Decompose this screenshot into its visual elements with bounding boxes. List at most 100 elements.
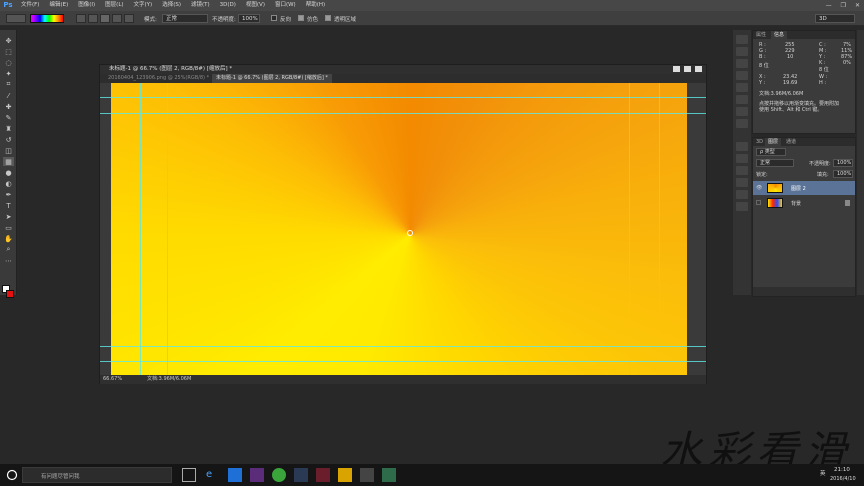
menu-image[interactable]: 图像(I): [73, 0, 100, 11]
clone-stamp-icon[interactable]: ♜: [3, 124, 14, 133]
tool-presets-panel-icon[interactable]: [736, 190, 748, 199]
lasso-tool-icon[interactable]: ◌: [3, 58, 14, 67]
document-title[interactable]: 未标题-1 @ 66.7% (图层 2, RGB/8#) [缩放后] *: [100, 65, 706, 74]
guide-horizontal[interactable]: [100, 97, 706, 98]
app-icon[interactable]: [382, 468, 396, 482]
styles-panel-icon[interactable]: [736, 107, 748, 116]
dither-checkbox[interactable]: [298, 15, 304, 21]
tool-preset-picker[interactable]: [6, 14, 26, 23]
more-tools-icon[interactable]: ⋯: [3, 256, 14, 265]
guide-horizontal[interactable]: [100, 361, 706, 362]
clock-date[interactable]: 2016/4/10: [830, 476, 856, 482]
color-panel-icon[interactable]: [736, 166, 748, 175]
paragraph-panel-icon[interactable]: [736, 83, 748, 92]
fill-input[interactable]: 100%: [833, 170, 853, 178]
zoom-tool-icon[interactable]: ⌕: [3, 245, 14, 254]
path-select-icon[interactable]: ➤: [3, 212, 14, 221]
tab-untitled-document[interactable]: 未标题-1 @ 66.7% (图层 2, RGB/8#) [缩放后] *: [212, 74, 332, 83]
layer-opacity-input[interactable]: 100%: [833, 159, 853, 167]
blur-tool-icon[interactable]: ●: [3, 168, 14, 177]
guide-vertical[interactable]: [140, 83, 141, 375]
opacity-input[interactable]: 100%: [238, 14, 260, 23]
guide-vertical[interactable]: [659, 83, 660, 375]
move-tool-icon[interactable]: ✥: [3, 36, 14, 45]
radial-gradient-button[interactable]: [88, 14, 98, 23]
input-language[interactable]: 英: [820, 469, 826, 477]
pen-tool-icon[interactable]: ✒: [3, 190, 14, 199]
brush-panel-icon[interactable]: [736, 59, 748, 68]
app-icon[interactable]: [250, 468, 264, 482]
magic-wand-icon[interactable]: ✦: [3, 69, 14, 78]
tab-channels[interactable]: 通道: [783, 138, 799, 146]
type-tool-icon[interactable]: T: [3, 201, 14, 210]
brush-tool-icon[interactable]: ✎: [3, 113, 14, 122]
shape-tool-icon[interactable]: ▭: [3, 223, 14, 232]
layer-name[interactable]: 图层 2: [791, 185, 806, 192]
gradient-tool-icon[interactable]: ▦: [3, 157, 14, 166]
layer-filter-kind[interactable]: ρ 类型: [756, 148, 786, 156]
swatches-panel-icon[interactable]: [736, 95, 748, 104]
visibility-eye-icon[interactable]: 👁: [756, 185, 762, 191]
adjustments-panel-icon[interactable]: [736, 119, 748, 128]
linear-gradient-button[interactable]: [76, 14, 86, 23]
eraser-icon[interactable]: ◫: [3, 146, 14, 155]
guide-horizontal[interactable]: [100, 113, 706, 114]
task-view-icon[interactable]: [182, 468, 196, 482]
edge-browser-icon[interactable]: e: [206, 468, 220, 482]
menu-view[interactable]: 视图(V): [241, 0, 270, 11]
doc-restore-icon[interactable]: [684, 66, 691, 72]
windows-start-icon[interactable]: [6, 469, 18, 481]
dodge-tool-icon[interactable]: ◐: [3, 179, 14, 188]
gradient-picker[interactable]: [30, 14, 64, 23]
indesign-icon[interactable]: [316, 468, 330, 482]
canvas-angle-gradient[interactable]: [111, 83, 687, 375]
store-icon[interactable]: [228, 468, 242, 482]
layer-blend-mode[interactable]: 正常: [756, 159, 794, 167]
crop-tool-icon[interactable]: ⌗: [3, 80, 14, 89]
zoom-level[interactable]: 66.67%: [103, 375, 122, 384]
layer-name[interactable]: 背景: [791, 200, 801, 207]
angle-gradient-button[interactable]: [100, 14, 110, 23]
visibility-toggle-icon[interactable]: [756, 200, 761, 205]
character-panel-icon[interactable]: [736, 71, 748, 80]
hand-tool-icon[interactable]: ✋: [3, 234, 14, 243]
menu-file[interactable]: 文件(F): [16, 0, 44, 11]
minimize-icon[interactable]: —: [826, 2, 832, 9]
actions-panel-icon[interactable]: [736, 47, 748, 56]
reflected-gradient-button[interactable]: [112, 14, 122, 23]
mode-dropdown[interactable]: 正常: [162, 14, 208, 23]
workspace-dropdown[interactable]: 3D: [815, 14, 855, 23]
menu-window[interactable]: 窗口(W): [270, 0, 301, 11]
doc-close-icon[interactable]: [695, 66, 702, 72]
diamond-gradient-button[interactable]: [124, 14, 134, 23]
layer-row[interactable]: 背景: [753, 196, 855, 210]
navigator-panel-icon[interactable]: [736, 154, 748, 163]
photoshop-taskbar-icon[interactable]: [294, 468, 308, 482]
transparency-checkbox[interactable]: [325, 15, 331, 21]
file-explorer-icon[interactable]: [338, 468, 352, 482]
tab-properties[interactable]: 属性: [753, 31, 769, 39]
history-panel-icon[interactable]: [736, 35, 748, 44]
tab-png-document[interactable]: 20160404_123906.png @ 25%(RGB/8) *: [104, 74, 213, 83]
menu-type[interactable]: 文字(Y): [129, 0, 158, 11]
paths-panel-icon[interactable]: [736, 142, 748, 151]
guide-vertical[interactable]: [167, 83, 168, 375]
marquee-tool-icon[interactable]: ⬚: [3, 47, 14, 56]
menu-edit[interactable]: 编辑(E): [44, 0, 73, 11]
guide-horizontal[interactable]: [100, 346, 706, 347]
tab-layers[interactable]: 图层: [765, 138, 782, 146]
layer-row[interactable]: 👁 图层 2: [753, 181, 855, 195]
menu-help[interactable]: 帮助(H): [301, 0, 330, 11]
menu-layer[interactable]: 图层(L): [100, 0, 128, 11]
guide-vertical[interactable]: [629, 83, 630, 375]
clock-time[interactable]: 21:10: [834, 467, 850, 473]
doc-minimize-icon[interactable]: [673, 66, 680, 72]
menu-select[interactable]: 选择(S): [157, 0, 186, 11]
history-brush-icon[interactable]: ↺: [3, 135, 14, 144]
menu-filter[interactable]: 滤镜(T): [186, 0, 215, 11]
channels-panel-icon[interactable]: [736, 202, 748, 211]
close-icon[interactable]: ✕: [855, 2, 860, 9]
taskbar-search[interactable]: 有问题尽管问我: [22, 467, 172, 483]
restore-icon[interactable]: ❐: [841, 2, 846, 9]
eyedropper-icon[interactable]: ⁄: [3, 91, 14, 100]
